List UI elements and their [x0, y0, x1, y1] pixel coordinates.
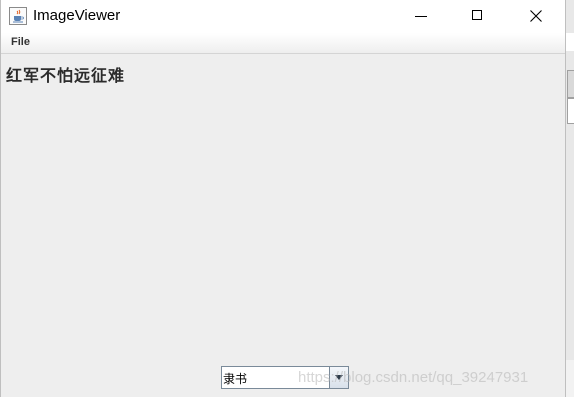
content-panel: 红军不怕远征难 隶书	[1, 54, 565, 397]
font-select[interactable]: 隶书	[221, 366, 349, 389]
background-window-strip	[566, 33, 574, 51]
title-bar[interactable]: ImageViewer	[1, 0, 565, 33]
java-cup-icon	[9, 7, 27, 25]
font-select-value: 隶书	[223, 372, 248, 386]
maximize-icon	[472, 10, 482, 20]
sample-text-label: 红军不怕远征难	[6, 66, 126, 85]
menu-file[interactable]: File	[11, 36, 30, 48]
image-viewer-window: ImageViewer File 红军不怕远征难 隶书	[0, 0, 566, 397]
chevron-down-icon	[335, 375, 343, 380]
background-window-strip	[567, 98, 574, 124]
menu-bar: File	[1, 33, 565, 54]
close-icon	[530, 10, 542, 22]
background-window	[566, 0, 574, 397]
minimize-icon	[415, 16, 427, 17]
maximize-button[interactable]	[454, 0, 500, 33]
window-title: ImageViewer	[33, 7, 121, 24]
close-button[interactable]	[513, 0, 559, 33]
background-window-strip	[566, 360, 574, 397]
desktop: ImageViewer File 红军不怕远征难 隶书 https://blog…	[0, 0, 574, 397]
font-select-arrow[interactable]	[329, 367, 348, 388]
minimize-button[interactable]	[399, 0, 445, 33]
background-window-strip	[567, 70, 574, 98]
